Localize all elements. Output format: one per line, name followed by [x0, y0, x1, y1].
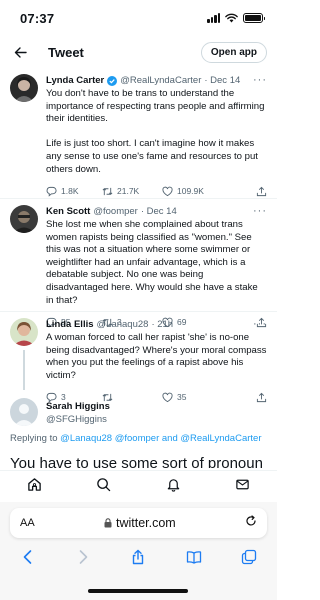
page-title: Tweet	[48, 44, 84, 60]
avatar[interactable]	[10, 318, 38, 346]
url-display[interactable]: twitter.com	[35, 516, 245, 530]
author-handle: @foomper	[93, 206, 138, 217]
url-text: twitter.com	[115, 516, 176, 530]
wifi-icon	[225, 13, 238, 23]
reply-count: 1.8K	[61, 186, 79, 197]
reply-button[interactable]: 1.8K	[46, 186, 102, 197]
like-button[interactable]: 109.9K	[162, 186, 232, 197]
safari-forward-icon	[79, 549, 88, 564]
tweet-date[interactable]: · 21h	[151, 318, 173, 331]
tweet-date[interactable]: · Dec 14	[204, 74, 240, 87]
back-button[interactable]	[10, 42, 30, 62]
tweet-text: She lost me when she complained about tr…	[46, 219, 258, 306]
browser-back-button[interactable]	[20, 549, 36, 570]
avatar[interactable]	[10, 398, 38, 426]
tweet-date[interactable]: · Dec 14	[141, 205, 177, 218]
composer-meta: Sarah Higgins @SFGHiggins	[46, 400, 267, 426]
tabs-button[interactable]	[241, 549, 257, 570]
mention-link[interactable]: @Lanaqu28	[60, 433, 112, 444]
tweet[interactable]: Lynda Carter @RealLyndaCarter · Dec 14 ·…	[0, 68, 277, 199]
status-time: 07:37	[20, 10, 55, 26]
retweet-icon	[102, 187, 113, 195]
tweet[interactable]: Ken Scott @foomper · Dec 14 ··· She lost…	[0, 199, 277, 328]
more-icon[interactable]: ···	[253, 74, 267, 87]
browser-share-button[interactable]	[130, 549, 146, 570]
status-bar: 07:37	[0, 0, 277, 36]
browser-toolbar: AA twitter.com	[0, 502, 277, 600]
status-icons	[207, 13, 265, 23]
verified-badge-icon	[107, 75, 118, 86]
mention-link[interactable]: @RealLyndaCarter	[180, 433, 261, 444]
tweet-body: A woman forced to call her rapist 'she' …	[46, 332, 267, 382]
tweet-meta: Ken Scott @foomper · Dec 14 ···	[46, 205, 267, 218]
reload-button[interactable]	[245, 514, 257, 532]
more-icon[interactable]: ···	[253, 318, 267, 331]
author-name[interactable]: Ken Scott	[46, 205, 90, 218]
reload-icon	[246, 515, 256, 526]
back-arrow-icon	[14, 46, 27, 58]
tweet-text: Life is just too short. I can't imagine …	[46, 138, 258, 175]
tweet-thread: Lynda Carter @RealLyndaCarter · Dec 14 ·…	[0, 68, 277, 440]
composer-name: Sarah Higgins	[46, 401, 110, 412]
twitter-bottom-nav	[0, 470, 277, 502]
retweet-count: 21.7K	[117, 186, 140, 197]
messages-tab[interactable]	[235, 477, 250, 497]
composer-handle: @SFGHiggins	[46, 414, 107, 425]
avatar[interactable]	[10, 205, 38, 233]
more-icon[interactable]: ···	[253, 205, 267, 218]
reply-icon	[46, 186, 57, 197]
lock-icon	[104, 518, 112, 528]
home-indicator	[88, 589, 188, 593]
safari-share-icon	[133, 549, 144, 564]
notifications-tab[interactable]	[166, 477, 181, 497]
safari-back-icon	[23, 549, 31, 564]
browser-forward-button[interactable]	[75, 549, 91, 570]
tweet-header: Tweet Open app	[0, 36, 277, 68]
tabs-icon	[242, 549, 257, 564]
author-name[interactable]: Linda Ellis	[46, 318, 94, 331]
notifications-icon	[167, 478, 179, 492]
replying-prefix: Replying to	[10, 433, 58, 444]
open-app-button[interactable]: Open app	[200, 41, 267, 63]
bookmarks-icon	[186, 550, 202, 564]
tweet-text: A woman forced to call her rapist 'she' …	[46, 332, 267, 381]
home-tab[interactable]	[27, 477, 42, 497]
search-icon	[97, 477, 111, 491]
reader-options-button[interactable]: AA	[20, 517, 35, 529]
like-count: 109.9K	[177, 186, 204, 197]
share-button[interactable]	[256, 186, 267, 197]
reply-text-partial: You have to use some sort of pronoun	[10, 455, 263, 468]
replying-to: Replying to @Lanaqu28 @foomper and @Real…	[10, 433, 261, 444]
retweet-button[interactable]: 21.7K	[102, 186, 162, 197]
bookmarks-button[interactable]	[186, 549, 202, 570]
home-icon	[28, 477, 41, 491]
tweet-text: You don't have to be trans to understand…	[46, 88, 265, 125]
messages-icon	[236, 479, 249, 489]
author-name[interactable]: Lynda Carter	[46, 74, 104, 87]
author-handle: @RealLyndaCarter	[120, 75, 202, 86]
share-icon	[256, 186, 267, 196]
tweet-meta: Linda Ellis @Lanaqu28 · 21h ···	[46, 318, 267, 331]
battery-icon	[243, 13, 265, 23]
like-icon	[162, 186, 173, 196]
tweet[interactable]: Linda Ellis @Lanaqu28 · 21h ··· A woman …	[0, 312, 277, 403]
cellular-signal-icon	[207, 13, 220, 23]
tweet-body: You don't have to be trans to understand…	[46, 88, 267, 176]
browser-nav-bar	[0, 546, 277, 572]
mention-and: and	[161, 433, 178, 444]
search-tab[interactable]	[96, 477, 111, 497]
mention-link[interactable]: @foomper	[115, 433, 160, 444]
avatar[interactable]	[10, 74, 38, 102]
author-handle: @Lanaqu28	[96, 319, 149, 330]
tweet-body: She lost me when she complained about tr…	[46, 219, 267, 307]
address-bar[interactable]: AA twitter.com	[10, 508, 267, 538]
thread-line	[23, 350, 25, 390]
tweet-meta: Lynda Carter @RealLyndaCarter · Dec 14 ·…	[46, 74, 267, 87]
